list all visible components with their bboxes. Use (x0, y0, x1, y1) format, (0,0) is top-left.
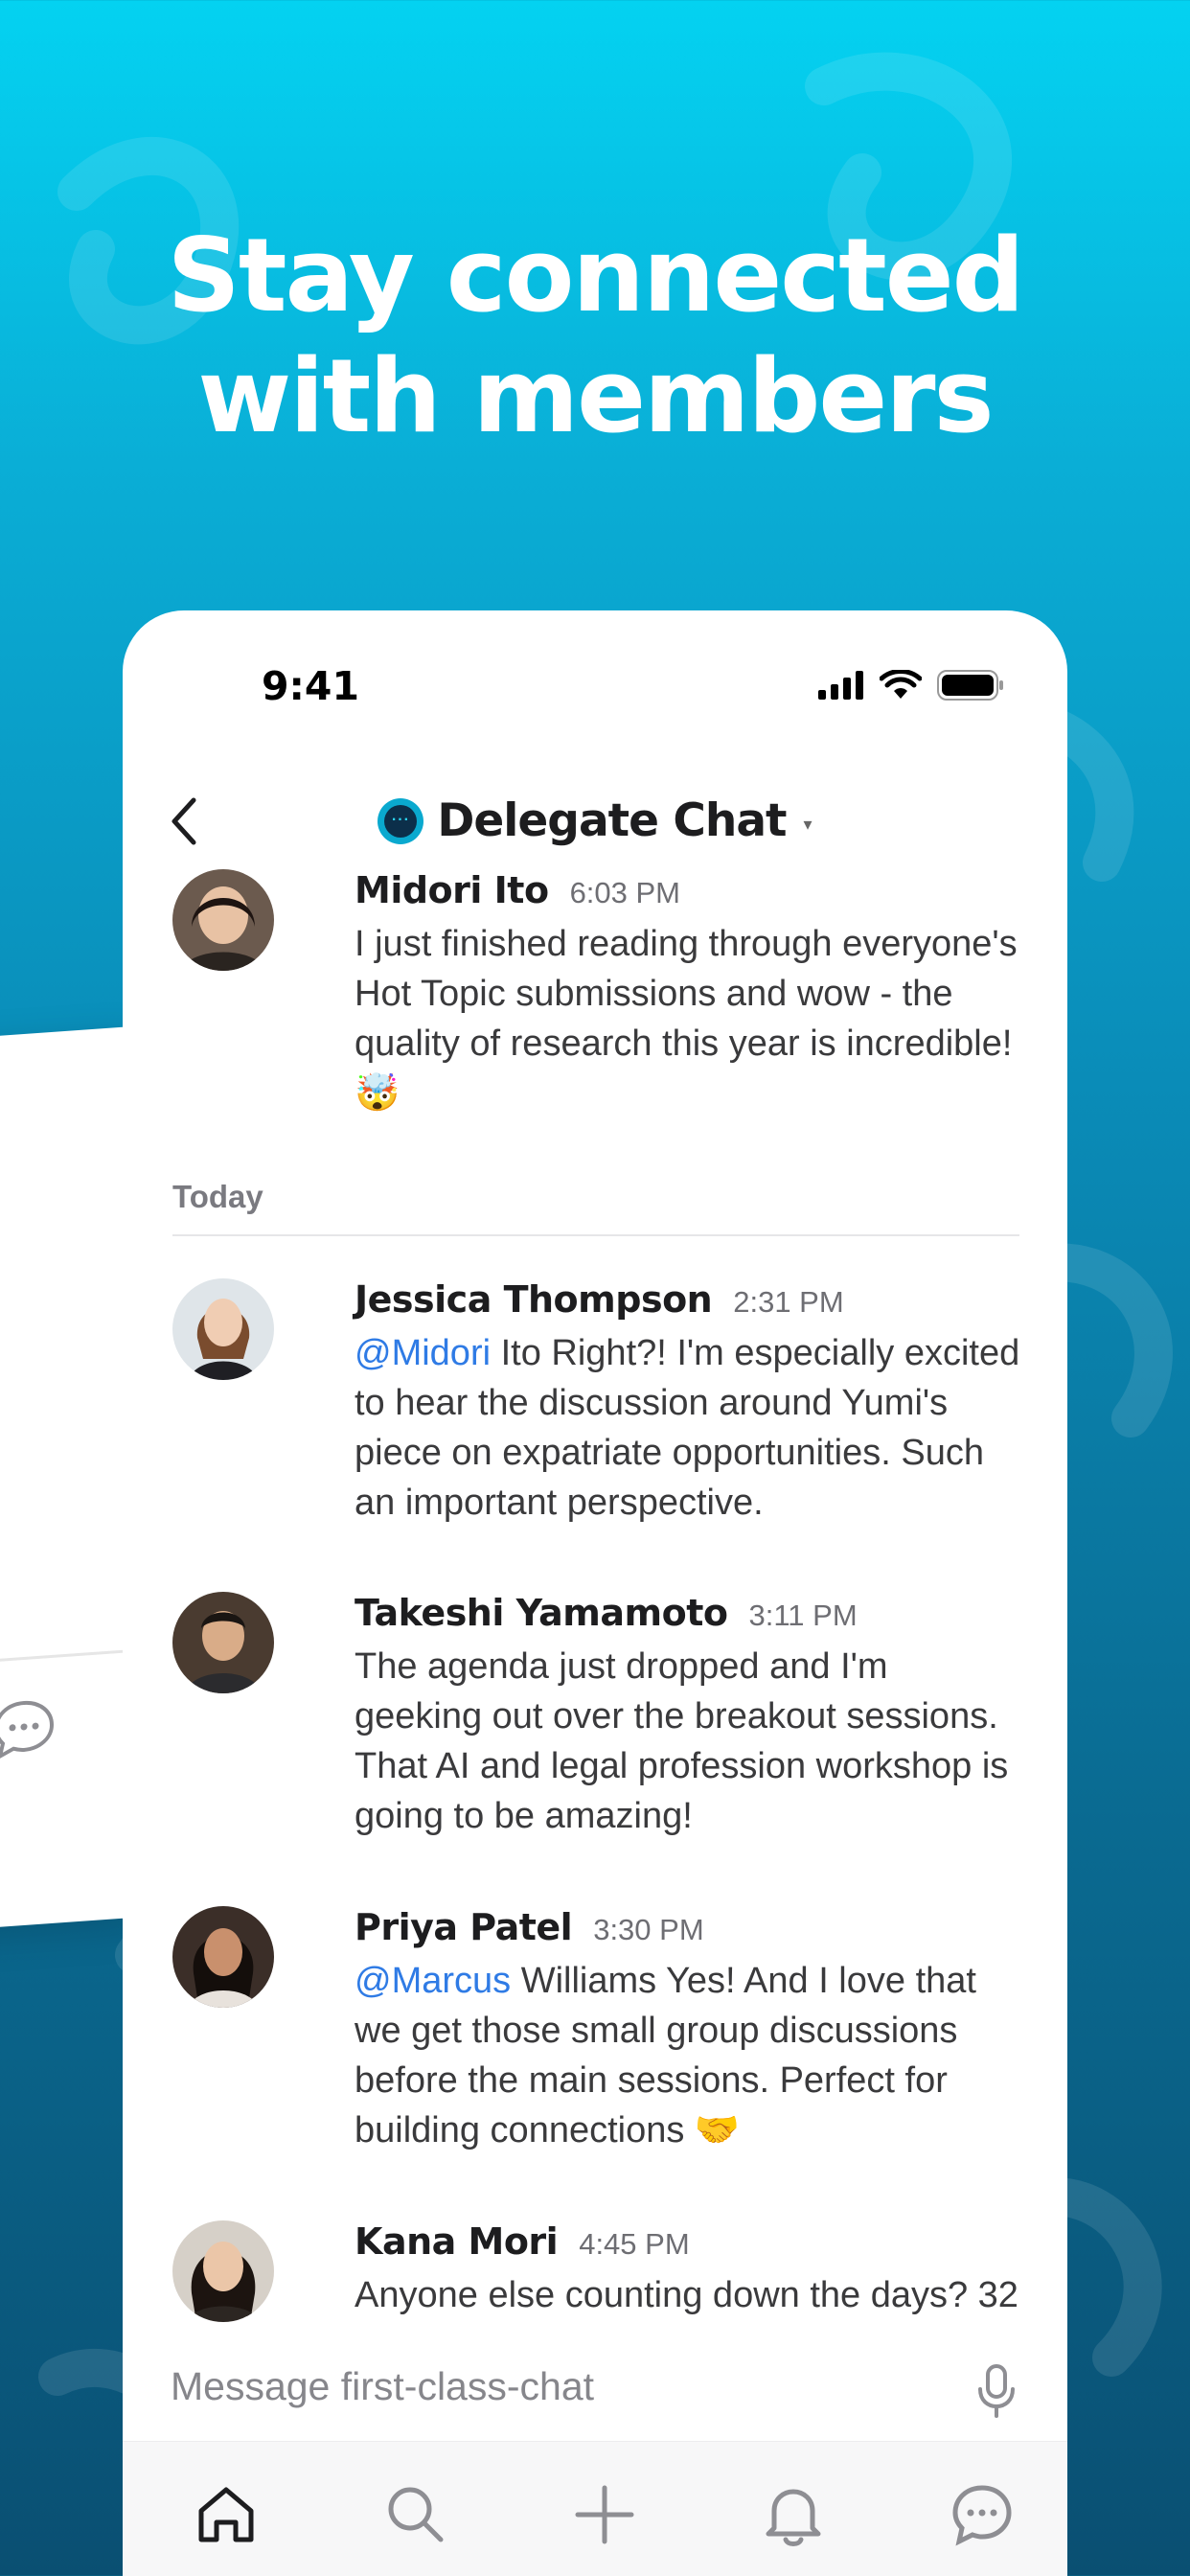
day-separator-label: Today (172, 1179, 263, 1214)
message-input[interactable]: Message first-class-chat (171, 2364, 594, 2409)
chat-bubble-icon[interactable] (948, 2480, 1017, 2549)
status-bar: 9:41 (123, 610, 1067, 764)
avatar[interactable] (172, 1592, 274, 1693)
message-time: 3:30 PM (593, 1913, 704, 1946)
message-text: The agenda just dropped and I'm geeking … (355, 1646, 1009, 1836)
chat-bubble-icon (0, 1700, 55, 1760)
phone-screen: 9:41 ··· Delegate Chat ▾ Midori Ito 6:03… (123, 610, 1067, 2576)
message-author[interactable]: Takeshi Yamamoto (355, 1592, 728, 1634)
day-separator: Today (172, 1179, 1019, 1236)
message-author[interactable]: Priya Patel (355, 1906, 573, 1948)
avatar[interactable] (172, 1278, 274, 1380)
microphone-icon[interactable] (975, 2362, 1018, 2420)
search-icon[interactable] (381, 2480, 450, 2549)
chat-title: Delegate Chat (437, 794, 787, 847)
message-text: I just finished reading through everyone… (355, 924, 1018, 1114)
headline-line-1: Stay connected (167, 217, 1024, 334)
message-composer: Message first-class-chat (123, 2335, 1067, 2441)
message-text: Anyone else counting down the days? 32 (355, 2275, 1018, 2315)
status-icons (818, 670, 1004, 701)
message-author[interactable]: Midori Ito (355, 869, 549, 911)
wifi-icon (880, 670, 922, 699)
chat-header: ··· Delegate Chat ▾ (123, 764, 1067, 869)
signal-icon (818, 671, 863, 700)
avatar[interactable] (172, 1906, 274, 2008)
message-author[interactable]: Jessica Thompson (355, 1278, 713, 1321)
chat-title-button[interactable]: ··· Delegate Chat ▾ (123, 794, 1067, 847)
headline: Stay connected with members (0, 216, 1190, 457)
divider (172, 1234, 1019, 1236)
tab-bar (123, 2441, 1067, 2576)
mention-link[interactable]: @Midori (355, 1333, 491, 1373)
message-text: @Marcus Williams Yes! And I love that we… (355, 1956, 1025, 2155)
message-time: 2:31 PM (733, 1285, 844, 1319)
message-time: 3:11 PM (748, 1598, 858, 1632)
headline-line-2: with members (197, 337, 994, 455)
message-time: 6:03 PM (569, 876, 681, 909)
plus-icon[interactable] (570, 2480, 639, 2549)
message-text: @Midori Ito Right?! I'm especially excit… (355, 1328, 1025, 1528)
avatar[interactable] (172, 2220, 274, 2322)
chat-channel-icon: ··· (378, 797, 424, 844)
message-author[interactable]: Kana Mori (355, 2220, 559, 2263)
mention-link[interactable]: @Marcus (355, 1961, 511, 2001)
message-time: 4:45 PM (579, 2227, 690, 2261)
home-icon[interactable] (192, 2480, 261, 2549)
chevron-down-icon: ▾ (803, 815, 812, 834)
battery-icon (937, 670, 1003, 701)
bell-icon[interactable] (759, 2480, 828, 2549)
avatar[interactable] (172, 869, 274, 971)
status-time: 9:41 (262, 663, 359, 709)
